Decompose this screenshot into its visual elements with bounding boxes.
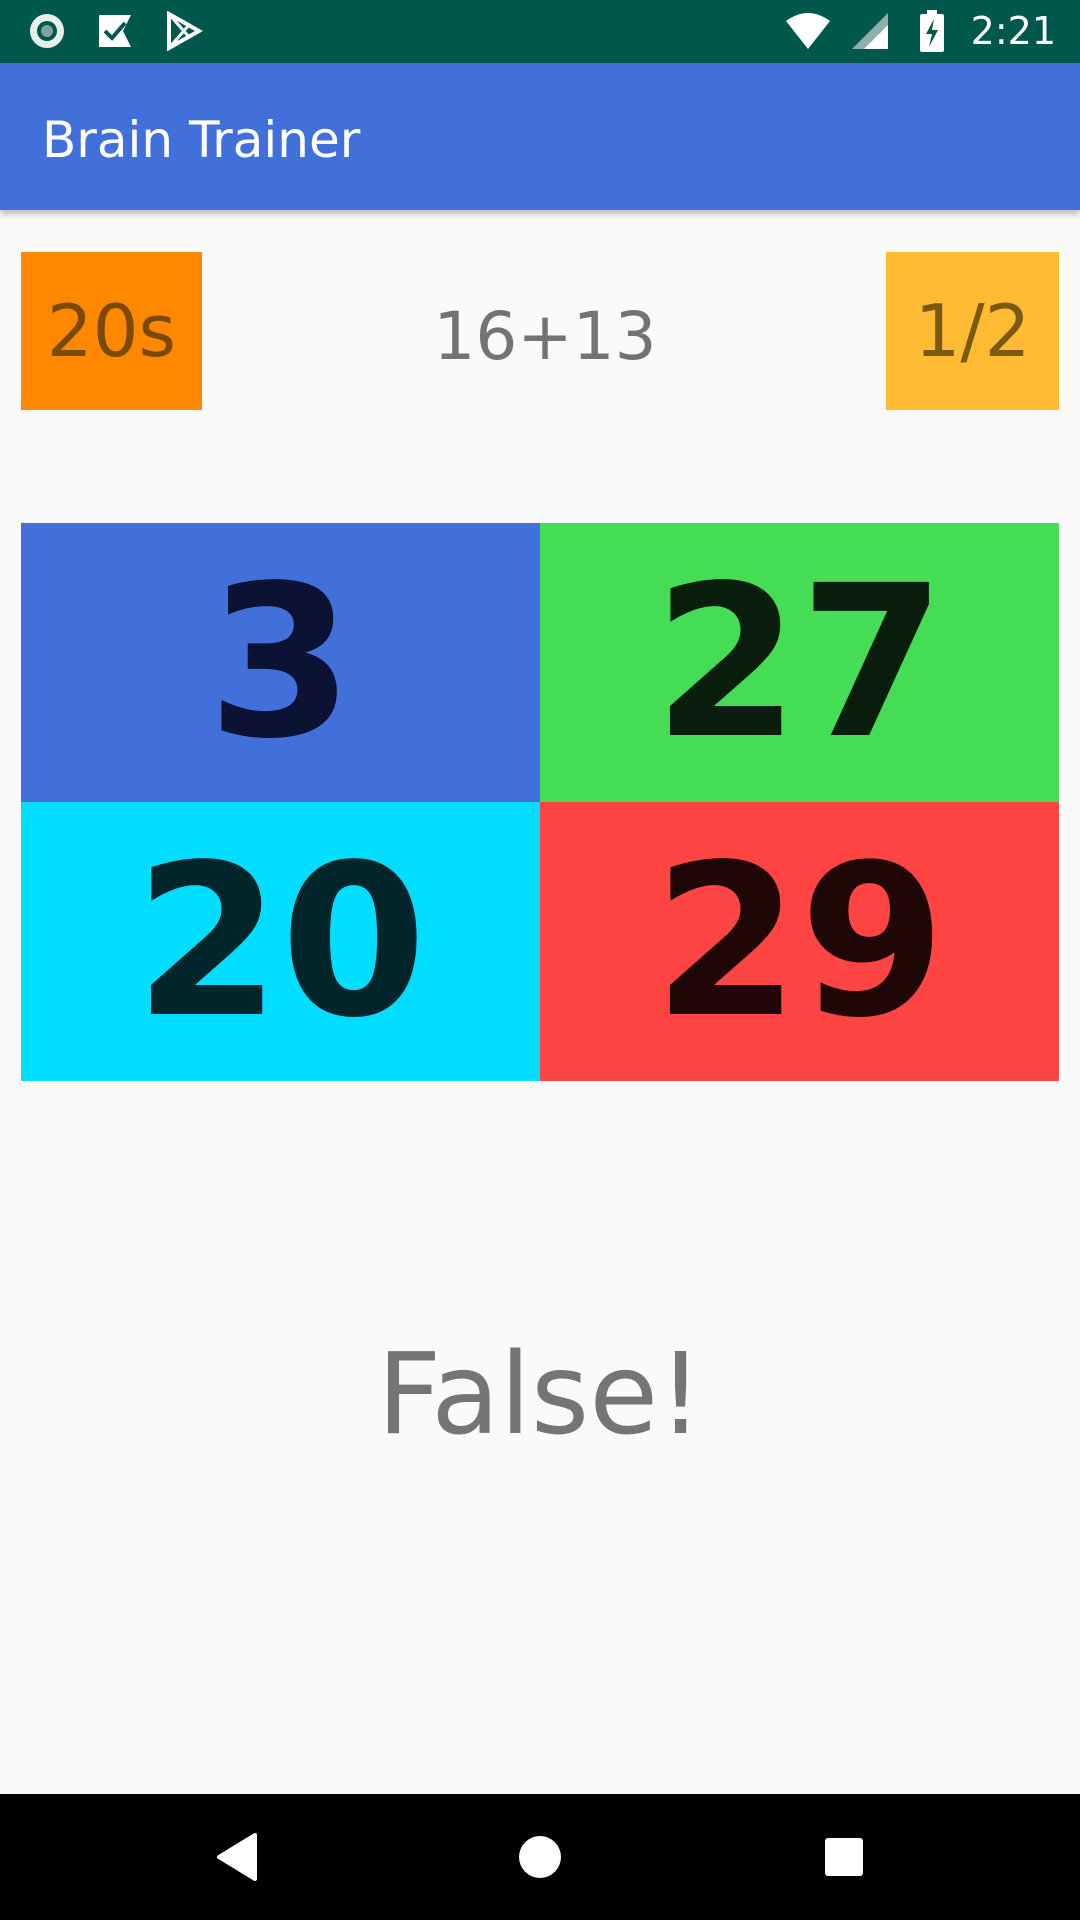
answer-button-1[interactable]: 3 (21, 523, 540, 802)
score-display: 1/2 (886, 252, 1059, 410)
back-icon[interactable] (207, 1827, 267, 1887)
status-bar: 2:21 (0, 0, 1080, 63)
answer-button-4[interactable]: 29 (540, 802, 1059, 1081)
app-bar: Brain Trainer (0, 63, 1080, 210)
recents-icon[interactable] (814, 1827, 874, 1887)
app-title: Brain Trainer (42, 111, 361, 169)
home-icon[interactable] (510, 1827, 570, 1887)
timer-display: 20s (21, 252, 202, 410)
navigation-bar (0, 1794, 1080, 1920)
battery-charging-icon (909, 8, 955, 54)
result-text: False! (376, 1330, 704, 1460)
check-flag-icon (92, 8, 138, 54)
play-store-icon (160, 8, 206, 54)
answer-button-2[interactable]: 27 (540, 523, 1059, 802)
answer-button-3[interactable]: 20 (21, 802, 540, 1081)
wifi-icon (785, 8, 831, 54)
record-icon (24, 8, 70, 54)
answer-grid: 3 27 20 29 (21, 523, 1059, 1081)
status-time: 2:21 (970, 9, 1056, 53)
cell-signal-icon (847, 8, 893, 54)
question-text: 16+13 (433, 297, 657, 375)
